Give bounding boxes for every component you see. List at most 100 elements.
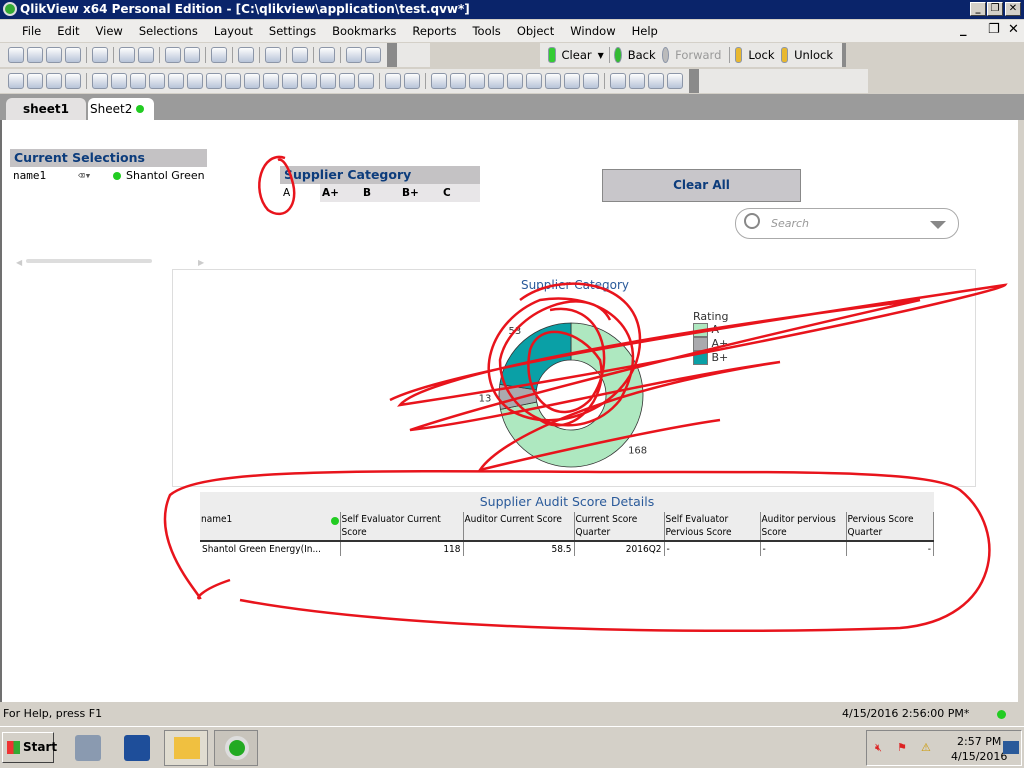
reload-icon[interactable] (46, 47, 62, 63)
open-icon[interactable] (27, 47, 43, 63)
unlock-button[interactable]: Unlock (791, 48, 836, 62)
toolbar-tool-icon[interactable] (545, 73, 561, 89)
toolbar-overflow[interactable] (842, 43, 846, 67)
lock-button[interactable]: Lock (745, 48, 777, 62)
forward-button[interactable]: Forward (672, 48, 724, 62)
menu-edit[interactable]: Edit (49, 24, 87, 38)
toolbar-tool-icon[interactable] (263, 73, 279, 89)
show-desktop-icon[interactable] (1003, 741, 1019, 754)
menu-reports[interactable]: Reports (404, 24, 464, 38)
toolbar-tool-icon[interactable] (168, 73, 184, 89)
menu-tools[interactable]: Tools (464, 24, 508, 38)
column-header-current-score-quarter[interactable]: Current Score Quarter (574, 512, 665, 542)
toolbar-tool-icon[interactable] (564, 73, 580, 89)
toolbar-tool-icon[interactable] (488, 73, 504, 89)
listbox-item-a-plus[interactable]: A+ (322, 184, 339, 202)
toolbar-tool-icon[interactable] (385, 73, 401, 89)
toolbar-tool-icon[interactable] (187, 73, 203, 89)
back-button[interactable]: Back (625, 48, 659, 62)
toolbar-tool-icon[interactable] (92, 73, 108, 89)
clear-button[interactable]: Clear (559, 48, 595, 62)
toolbar-tool-icon[interactable] (149, 73, 165, 89)
menu-settings[interactable]: Settings (261, 24, 324, 38)
save-icon[interactable] (65, 47, 81, 63)
toolbar-tool-icon[interactable] (339, 73, 355, 89)
edit-icon[interactable] (319, 47, 335, 63)
toolbar-tool-icon[interactable] (404, 73, 420, 89)
checkbox-icon[interactable] (238, 47, 254, 63)
undo-icon[interactable] (165, 47, 181, 63)
tab-sheet1[interactable]: sheet1 (6, 98, 86, 120)
server-manager-icon[interactable] (75, 735, 101, 761)
toolbar-tool-icon[interactable] (610, 73, 626, 89)
listbox-item-b[interactable]: B (363, 184, 371, 202)
toolbar-tool-icon[interactable] (320, 73, 336, 89)
toolbar-tool-icon[interactable] (431, 73, 447, 89)
column-header-pervious-score-quarter[interactable]: Pervious Score Quarter (846, 512, 934, 542)
column-header-self-evaluator-pervious-score[interactable]: Self Evaluator Pervious Score (664, 512, 761, 542)
search-input[interactable]: Search (735, 208, 959, 239)
toolbar-tool-icon[interactable] (629, 73, 645, 89)
edit-script-icon[interactable] (119, 47, 135, 63)
toolbar-tool-icon[interactable] (65, 73, 81, 89)
toolbar-tool-icon[interactable] (469, 73, 485, 89)
toolbar-tool-icon[interactable] (111, 73, 127, 89)
reload-data-icon[interactable] (138, 47, 154, 63)
search-icon[interactable] (211, 47, 227, 63)
toolbar-tool-icon[interactable] (282, 73, 298, 89)
mdi-close-button[interactable]: ✕ (1008, 22, 1019, 37)
dropdown-arrow-icon[interactable] (930, 221, 946, 229)
qlikview-taskbar-button[interactable] (214, 730, 258, 766)
menu-selections[interactable]: Selections (131, 24, 206, 38)
column-header-name1[interactable]: name1 (200, 512, 341, 542)
tab-sheet2[interactable]: Sheet2 (88, 98, 154, 120)
mdi-restore-button[interactable]: ❐ (988, 22, 1000, 37)
menu-file[interactable]: File (14, 24, 49, 38)
menu-help[interactable]: Help (624, 24, 666, 38)
toolbar-tool-icon[interactable] (27, 73, 43, 89)
toolbar-tool-icon[interactable] (450, 73, 466, 89)
explorer-taskbar-button[interactable] (164, 730, 208, 766)
chart-wizard-icon[interactable] (265, 47, 281, 63)
new-icon[interactable] (8, 47, 24, 63)
menu-layout[interactable]: Layout (206, 24, 261, 38)
toolbar-tool-icon[interactable] (526, 73, 542, 89)
toolbar-tool-icon[interactable] (583, 73, 599, 89)
column-header-auditor-current-score[interactable]: Auditor Current Score (463, 512, 575, 542)
clock[interactable]: 2:57 PM 4/15/2016 (951, 734, 1007, 764)
horizontal-scrollbar[interactable]: ◀ ▶ (16, 258, 204, 267)
listbox-item-b-plus[interactable]: B+ (402, 184, 419, 202)
eraser-dropdown-icon[interactable]: ⌫▾ (78, 167, 91, 185)
toolbar-tool-icon[interactable] (507, 73, 523, 89)
action-center-flag-icon[interactable]: ⚑ (897, 741, 907, 754)
table-row[interactable]: Shantol Green Energy(In... 118 58.5 2016… (200, 541, 934, 556)
context-help-icon[interactable] (365, 47, 381, 63)
toolbar-overflow[interactable] (387, 43, 397, 67)
toolbar-tool-icon[interactable] (301, 73, 317, 89)
star-icon[interactable] (292, 47, 308, 63)
toolbar-tool-icon[interactable] (46, 73, 62, 89)
menu-window[interactable]: Window (562, 24, 623, 38)
menu-view[interactable]: View (88, 24, 131, 38)
minimize-button[interactable]: _ (970, 2, 986, 16)
close-button[interactable]: ✕ (1005, 2, 1021, 16)
listbox-item-a[interactable]: A (280, 184, 320, 202)
print-icon[interactable] (92, 47, 108, 63)
toolbar-tool-icon[interactable] (130, 73, 146, 89)
mdi-minimize-button[interactable]: _ (960, 22, 967, 37)
column-header-auditor-pervious-score[interactable]: Auditor pervious Score (760, 512, 847, 542)
toolbar-tool-icon[interactable] (244, 73, 260, 89)
volume-muted-icon[interactable]: 🔇︎ (875, 741, 882, 755)
toolbar-tool-icon[interactable] (358, 73, 374, 89)
toolbar-tool-icon[interactable] (648, 73, 664, 89)
network-warning-icon[interactable]: ⚠ (921, 741, 931, 754)
listbox-item-c[interactable]: C (443, 184, 451, 202)
toolbar-tool-icon[interactable] (667, 73, 683, 89)
toolbar-tool-icon[interactable] (206, 73, 222, 89)
clear-all-button[interactable]: Clear All (602, 169, 801, 202)
toolbar-tool-icon[interactable] (8, 73, 24, 89)
redo-icon[interactable] (184, 47, 200, 63)
help-icon[interactable] (346, 47, 362, 63)
toolbar-overflow[interactable] (689, 69, 699, 93)
menu-bookmarks[interactable]: Bookmarks (324, 24, 404, 38)
